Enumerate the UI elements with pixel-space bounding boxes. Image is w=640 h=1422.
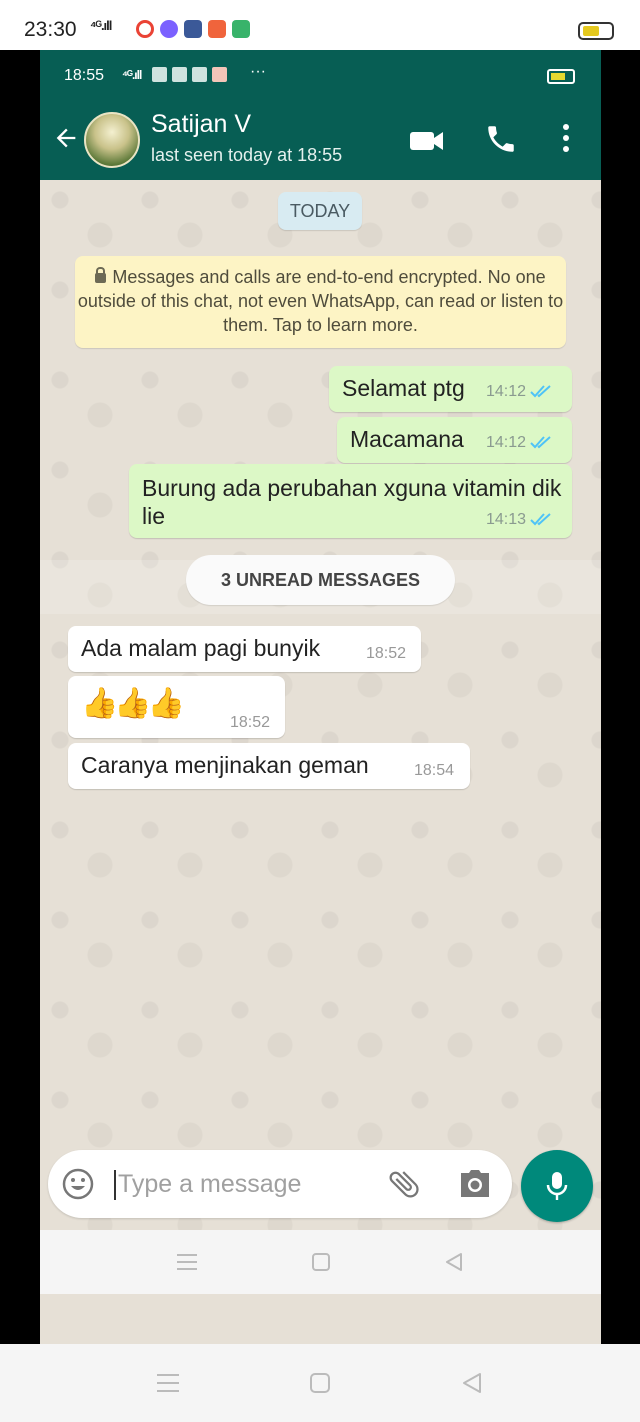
message-time: 18:54	[414, 762, 455, 779]
outer-notification-icons	[136, 20, 250, 38]
contact-name[interactable]: Satijan V	[151, 110, 251, 139]
inner-notification-icons	[152, 67, 227, 82]
message-composer[interactable]: Type a message	[48, 1150, 512, 1218]
voice-call-icon[interactable]	[484, 122, 518, 156]
message-time: 14:12	[486, 383, 527, 400]
message-time: 18:52	[230, 714, 271, 731]
message-text: Macamana	[350, 426, 464, 452]
outer-navigation-bar	[0, 1344, 640, 1422]
message-meta: 14:12	[486, 434, 554, 452]
outgoing-message[interactable]: Macamana 14:12	[337, 417, 572, 463]
whatsapp-screen: 18:55 ⁴ᴳ.ıll ··· Satijan V last seen tod…	[40, 50, 601, 1344]
lock-icon	[95, 267, 107, 283]
notification-icon	[192, 67, 207, 82]
inner-status-time: 18:55	[64, 67, 105, 84]
message-input[interactable]: Type a message	[118, 1170, 301, 1199]
outer-status-time: 23:30	[24, 18, 77, 41]
more-notifications-indicator: ···	[250, 63, 266, 80]
incoming-message[interactable]: Caranya menjinakan geman 18:54	[68, 743, 470, 789]
message-text: Ada malam pagi bunyik	[81, 635, 321, 661]
read-receipt-icon	[530, 436, 551, 449]
text-caret	[114, 1170, 116, 1200]
encryption-notice[interactable]: Messages and calls are end-to-end encryp…	[75, 256, 566, 348]
menu-nav-icon[interactable]	[156, 1372, 180, 1394]
chat-messages-area[interactable]: TODAY Messages and calls are end-to-end …	[40, 180, 601, 1230]
inner-signal-indicator: ⁴ᴳ.ıll	[122, 68, 142, 82]
home-nav-icon[interactable]	[309, 1372, 331, 1394]
unread-messages-divider: 3 UNREAD MESSAGES	[186, 555, 455, 605]
notification-icon	[172, 67, 187, 82]
chrome-notification-icon	[136, 20, 154, 38]
facebook-notification-icon	[184, 20, 202, 38]
outgoing-message[interactable]: Burung ada perubahan xguna vitamin dik l…	[129, 464, 572, 538]
message-meta: 14:13	[486, 511, 554, 529]
message-time: 14:13	[486, 511, 527, 528]
notification-icon	[212, 67, 227, 82]
voice-record-button[interactable]	[521, 1150, 593, 1222]
message-time: 18:52	[366, 645, 407, 662]
message-text: Selamat ptg	[342, 375, 465, 401]
message-meta: 14:12	[486, 383, 554, 401]
video-call-icon[interactable]	[408, 126, 446, 156]
camera-icon[interactable]	[458, 1169, 492, 1199]
emoji-icon[interactable]	[62, 1168, 94, 1200]
incoming-message[interactable]: Ada malam pagi bunyik 18:52	[68, 626, 421, 672]
outgoing-message[interactable]: Selamat ptg 14:12	[329, 366, 572, 412]
message-time: 14:12	[486, 434, 527, 451]
message-text: Caranya menjinakan geman	[81, 752, 369, 778]
back-nav-icon[interactable]	[461, 1372, 483, 1394]
notification-icon	[152, 67, 167, 82]
back-nav-icon[interactable]	[444, 1252, 464, 1272]
outer-battery-icon	[578, 22, 614, 40]
date-chip: TODAY	[278, 192, 362, 230]
back-arrow-icon[interactable]	[52, 124, 80, 152]
screenshot-frame: 18:55 ⁴ᴳ.ıll ··· Satijan V last seen tod…	[0, 50, 640, 1344]
attach-paperclip-icon[interactable]	[386, 1166, 422, 1202]
contact-avatar[interactable]	[84, 112, 140, 168]
microphone-icon	[546, 1172, 568, 1200]
read-receipt-icon	[530, 385, 551, 398]
encryption-notice-text: Messages and calls are end-to-end encryp…	[77, 267, 564, 335]
menu-nav-icon[interactable]	[176, 1252, 198, 1272]
inner-status-bar: 18:55 ⁴ᴳ.ıll ···	[40, 50, 601, 102]
message-text: 👍👍👍	[81, 687, 185, 720]
outer-signal-indicator: ⁴ᴳ.ıll	[90, 18, 112, 33]
last-seen-status: last seen today at 18:55	[151, 145, 343, 165]
inner-battery-icon	[547, 69, 575, 84]
inner-navigation-bar	[40, 1230, 601, 1294]
messenger-notification-icon	[160, 20, 178, 38]
read-receipt-icon	[530, 513, 551, 526]
home-nav-icon[interactable]	[311, 1252, 331, 1272]
download-notification-icon	[232, 20, 250, 38]
app-notification-icon	[208, 20, 226, 38]
overflow-menu-icon[interactable]	[560, 122, 572, 156]
chat-header: Satijan V last seen today at 18:55	[40, 102, 601, 180]
outer-status-bar: 23:30 ⁴ᴳ.ıll	[0, 0, 640, 50]
incoming-message[interactable]: 👍👍👍 18:52	[68, 676, 285, 738]
